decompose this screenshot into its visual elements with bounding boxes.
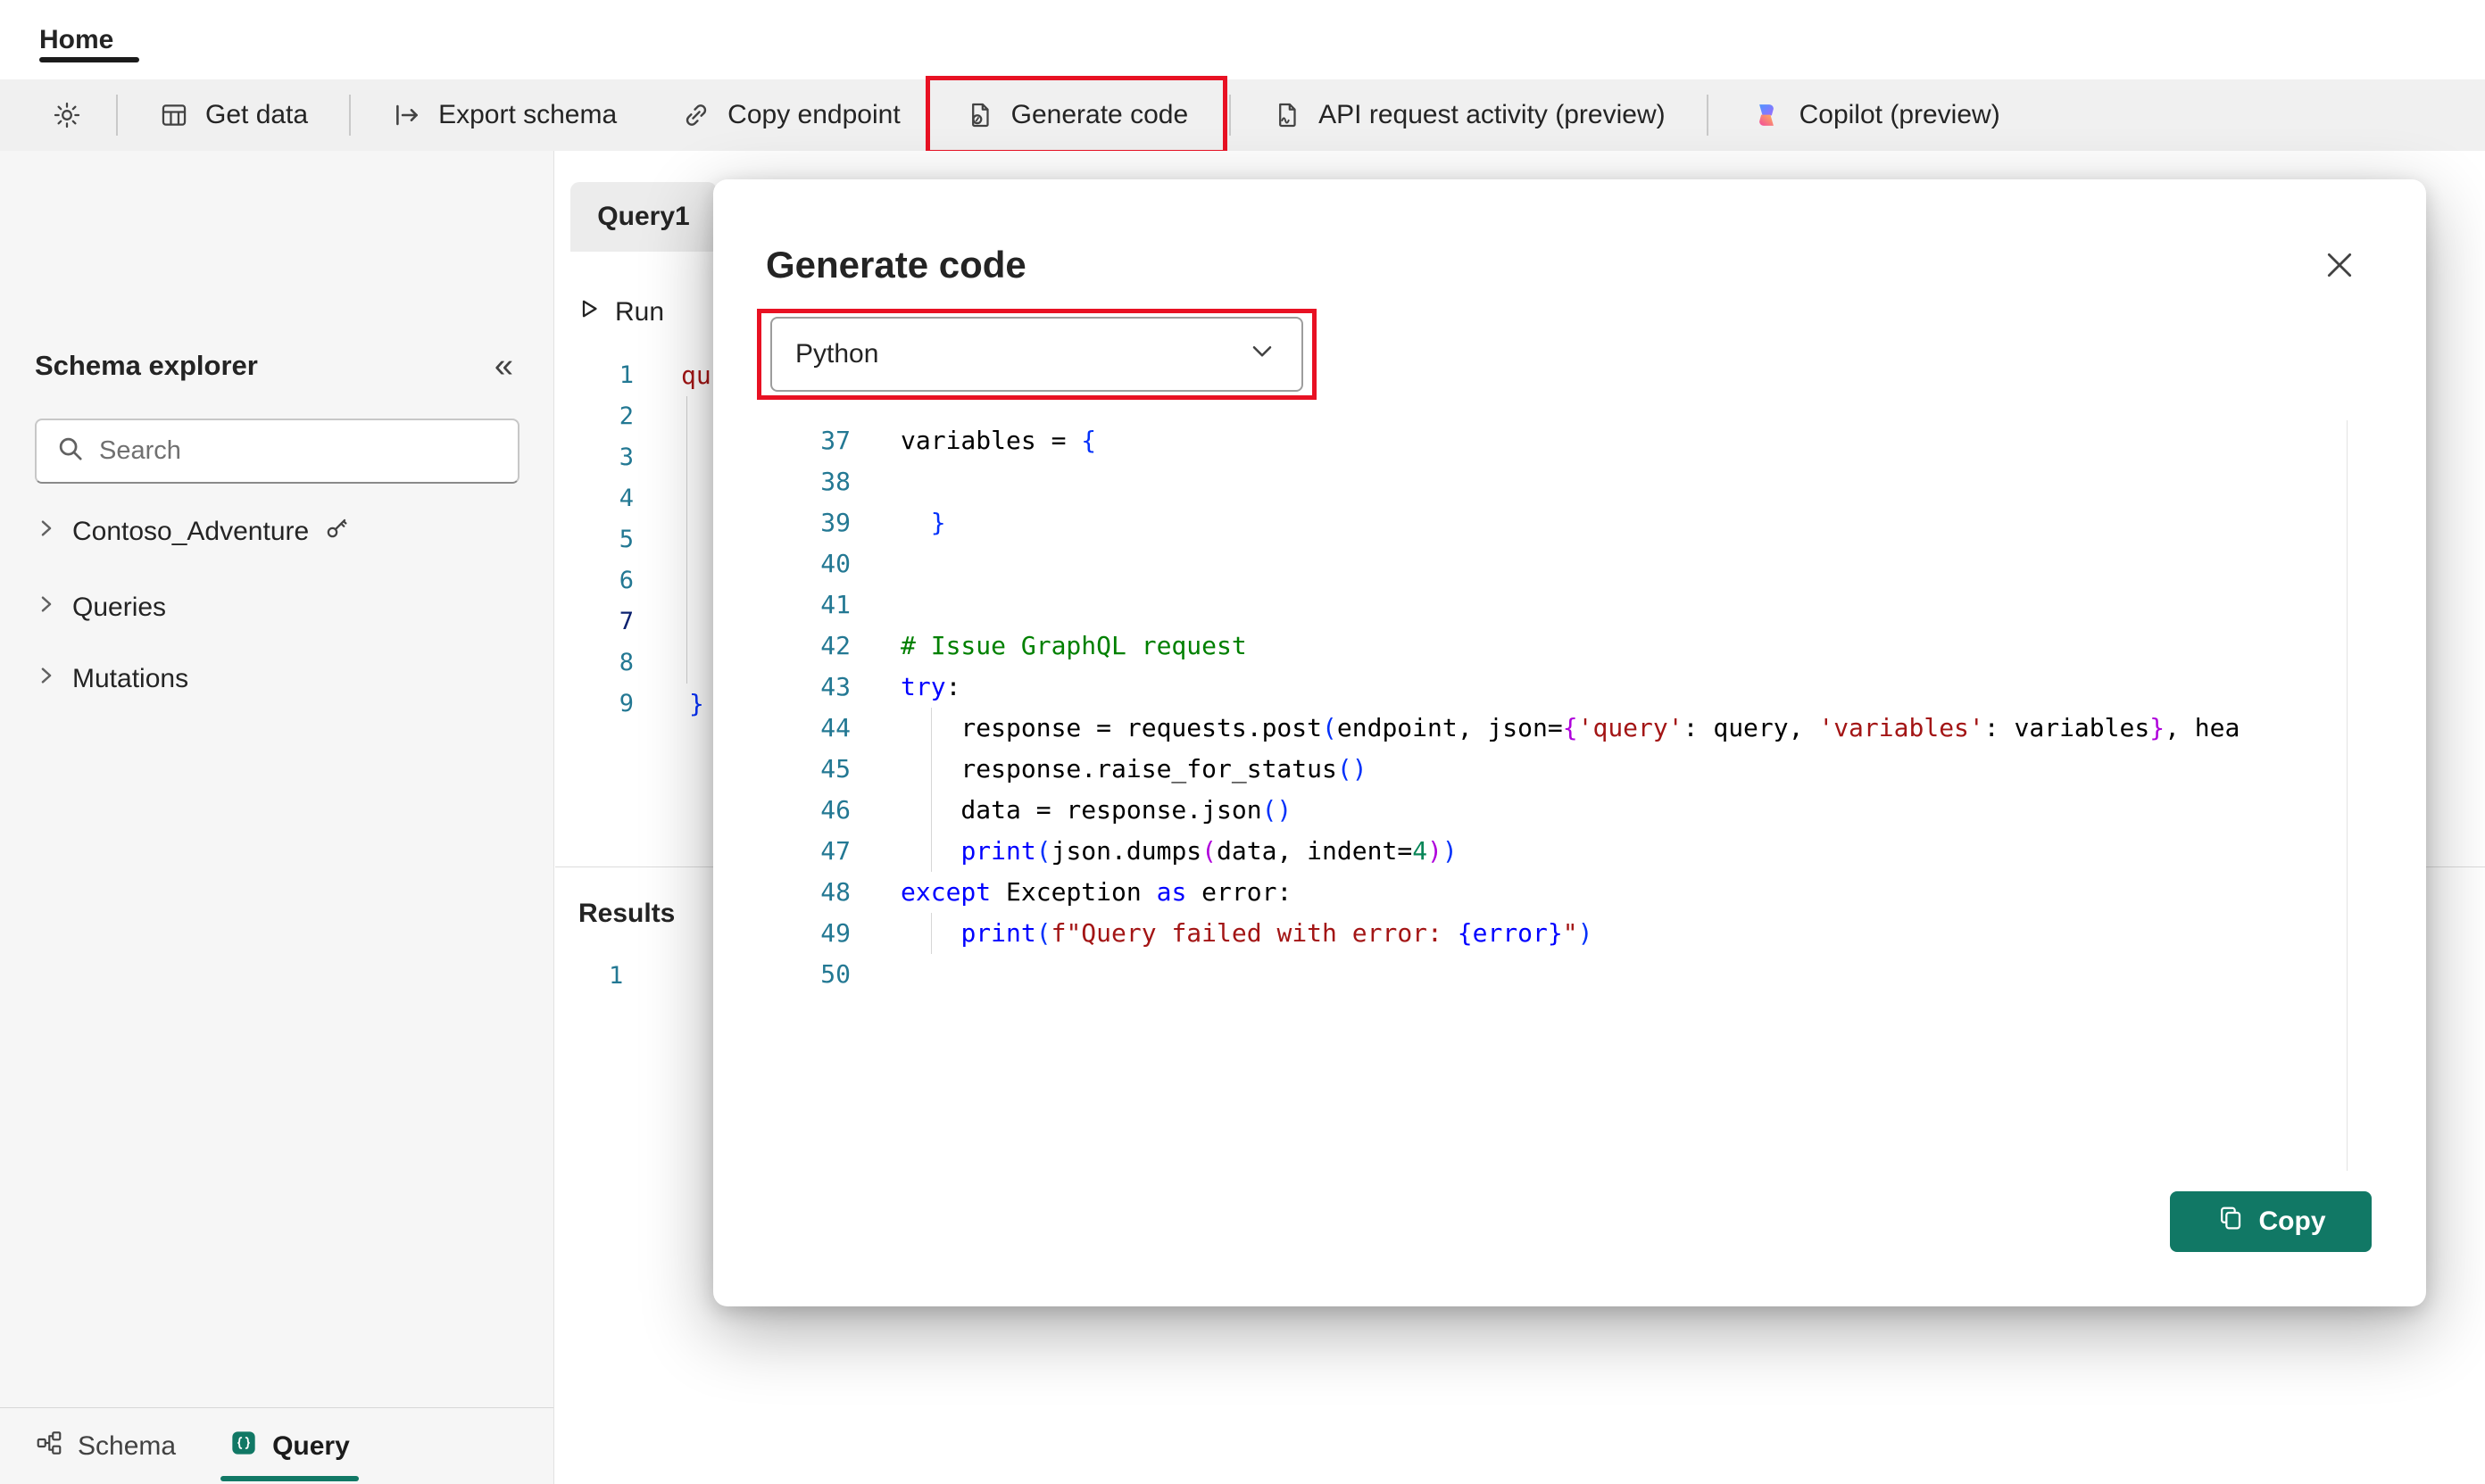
schema-explorer-title: Schema explorer [35,350,258,382]
chevron-down-icon [1246,335,1278,374]
search-input[interactable] [99,436,498,466]
schema-explorer-panel: Schema explorer « Contoso_Adventure [0,151,554,1484]
language-dropdown-value: Python [795,339,878,369]
tab-query1[interactable]: Query1 [570,182,717,252]
tab-home-label: Home [39,25,113,55]
collapse-chevrons-icon: « [495,347,513,385]
dialog-title: Generate code [766,242,1026,288]
file-activity-icon [1272,100,1302,130]
tree-item-queries[interactable]: Queries [0,573,554,643]
copy-label: Copy [2259,1206,2326,1237]
toolbar-divider [1707,95,1708,136]
copilot-label: Copilot (preview) [1799,100,2000,130]
generate-code-label: Generate code [1011,100,1188,130]
get-data-icon [159,100,189,130]
search-box [35,419,519,484]
language-dropdown[interactable]: Python [770,317,1303,392]
export-arrow-icon [392,100,422,130]
toolbar-divider [349,95,351,136]
tree-item-label: Queries [72,593,166,623]
get-data-label: Get data [205,100,308,130]
chevron-right-icon [35,664,58,694]
tree-item-contoso-adventure[interactable]: Contoso_Adventure [0,497,554,567]
copy-endpoint-label: Copy endpoint [727,100,900,130]
export-schema-button[interactable]: Export schema [360,79,649,151]
play-icon [576,295,603,329]
settings-button[interactable] [27,79,107,151]
app-window: Home Get data [0,0,2485,1484]
copy-endpoint-button[interactable]: Copy endpoint [649,79,932,151]
gear-icon [52,100,82,130]
active-tab-underline [39,57,139,62]
chevron-right-icon [35,593,58,623]
link-icon [681,100,711,130]
language-dropdown-wrap: Python [770,317,1303,392]
topbar: Home [0,0,2485,79]
copy-icon [2216,1204,2245,1239]
search-icon [56,435,85,468]
collapse-panel-button[interactable]: « [486,345,522,386]
tab-query[interactable]: Query [229,1408,350,1484]
run-button[interactable]: Run [576,289,664,336]
query-icon [229,1429,258,1464]
file-code-icon [965,100,995,130]
editor-code-line-1: qu [681,355,711,396]
close-icon [2322,247,2357,286]
editor-code-line-9: } [689,684,704,725]
toolbar: Get data Export schema Copy endpoint [0,79,2485,151]
results-label: Results [578,891,675,936]
tab-query1-label: Query1 [597,202,689,232]
toolbar-divider [116,95,118,136]
editor-gutter: 123456789 [570,355,634,725]
tab-schema-label: Schema [78,1431,176,1462]
tree-item-label: Contoso_Adventure [72,517,309,547]
copilot-icon [1749,98,1783,132]
api-request-activity-button[interactable]: API request activity (preview) [1240,79,1697,151]
results-row-number: 1 [609,956,623,997]
api-request-activity-label: API request activity (preview) [1318,100,1665,130]
schema-diagram-icon [35,1429,63,1464]
generate-code-button[interactable]: Generate code [933,79,1220,151]
toolbar-divider [1229,95,1231,136]
export-schema-label: Export schema [438,100,617,130]
tree-item-label: Mutations [72,664,188,694]
get-data-button[interactable]: Get data [127,79,340,151]
generate-code-dialog: Generate code Python 37variables = {3839 [713,179,2426,1306]
bottom-tab-bar: Schema Query [0,1407,553,1484]
close-dialog-button[interactable] [2315,241,2364,291]
tab-home[interactable]: Home [39,0,113,79]
generated-code-viewer: 37variables = {3839 }404142# Issue Graph… [770,420,2348,1171]
copy-button[interactable]: Copy [2170,1191,2372,1252]
tree-item-mutations[interactable]: Mutations [0,644,554,714]
copilot-button[interactable]: Copilot (preview) [1717,79,2032,151]
tab-schema[interactable]: Schema [35,1408,176,1484]
modal-code-lines: 37variables = {3839 }404142# Issue Graph… [770,420,2347,995]
chevron-right-icon [35,517,58,547]
run-label: Run [615,297,664,327]
key-icon [323,515,350,549]
editor-indent-guide [686,396,687,684]
tab-query-label: Query [272,1431,350,1462]
